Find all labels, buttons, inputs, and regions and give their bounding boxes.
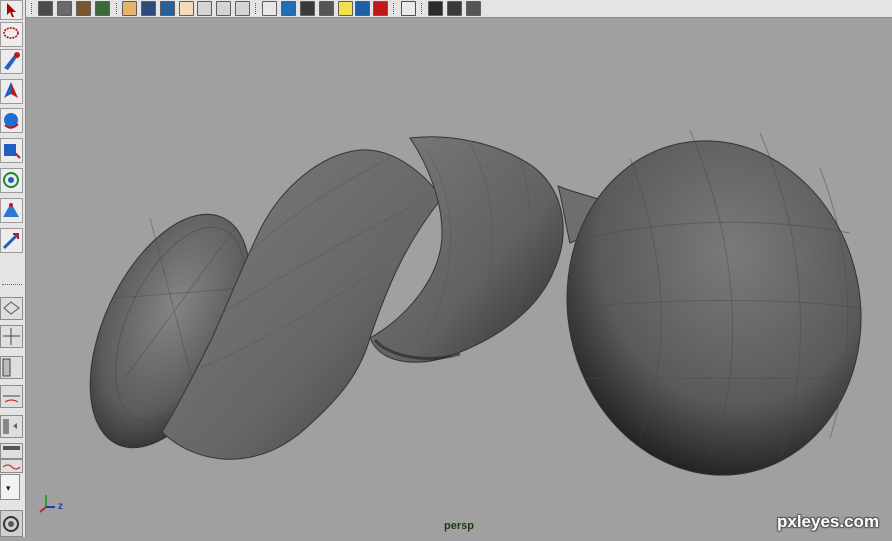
layout-dropdown[interactable]: ▾ — [0, 474, 20, 500]
toolbar-divider — [393, 3, 395, 14]
pen-curve-icon[interactable] — [466, 1, 481, 16]
toolbar-divider — [116, 3, 118, 14]
ipr-render-icon[interactable] — [95, 1, 110, 16]
axis-z-label: z — [58, 501, 63, 512]
cube-textured-icon[interactable] — [319, 1, 334, 16]
move-tool-icon[interactable] — [0, 79, 23, 104]
poly-mesh-tool-icon[interactable] — [0, 510, 23, 537]
texture-icon[interactable] — [235, 1, 250, 16]
scene-mesh — [39, 129, 862, 513]
toolbar-divider — [31, 3, 33, 14]
view-axis-gizmo — [39, 495, 55, 513]
viewport-layout-icon[interactable] — [447, 1, 462, 16]
watermark: pxleyes.com — [777, 512, 880, 531]
wireframe-icon[interactable] — [197, 1, 212, 16]
cube-flat-icon[interactable] — [300, 1, 315, 16]
paint-select-icon[interactable] — [0, 49, 23, 74]
grid-toggle-icon[interactable] — [122, 1, 137, 16]
two-pane-stacked-layout-icon[interactable] — [0, 385, 23, 408]
isolate-select-icon[interactable] — [401, 1, 416, 16]
hypershade-icon[interactable] — [76, 1, 91, 16]
graph-layout-icon[interactable] — [0, 415, 23, 438]
render-view-icon[interactable] — [57, 1, 72, 16]
outliner-layout-icon[interactable] — [0, 443, 23, 459]
hypershade-layout-icon[interactable] — [0, 459, 23, 473]
xray-icon[interactable] — [216, 1, 231, 16]
soft-mod-icon[interactable] — [0, 198, 23, 223]
film-gate-icon[interactable] — [141, 1, 156, 16]
two-pane-side-layout-icon[interactable] — [0, 356, 23, 379]
toolbar-divider — [255, 3, 257, 14]
cube-wireframe-icon[interactable] — [262, 1, 277, 16]
shadows-icon[interactable] — [355, 1, 370, 16]
four-pane-layout-icon[interactable] — [0, 325, 23, 348]
single-pane-layout-icon[interactable] — [0, 297, 23, 320]
cube-smooth-icon[interactable] — [281, 1, 296, 16]
sphere-shade-icon[interactable] — [179, 1, 194, 16]
resolution-gate-icon[interactable] — [160, 1, 175, 16]
select-arrow-icon[interactable] — [0, 0, 23, 20]
render-settings-icon[interactable] — [38, 1, 53, 16]
right-sphere-mesh — [566, 129, 862, 476]
dropdown-value: ▾ — [6, 483, 11, 493]
toolbox: ▾ — [0, 0, 26, 537]
lasso-icon[interactable] — [0, 22, 23, 47]
red-cube-icon[interactable] — [373, 1, 388, 16]
camera-name-label: persp — [444, 520, 474, 532]
universal-manipulator-icon[interactable] — [0, 168, 23, 193]
status-toolbar — [0, 0, 892, 18]
toolbox-divider — [2, 284, 22, 285]
perspective-viewport[interactable]: z persp pxleyes.com — [30, 18, 892, 537]
rotate-tool-icon[interactable] — [0, 108, 23, 133]
show-manipulator-icon[interactable] — [0, 228, 23, 253]
scale-tool-icon[interactable] — [0, 138, 23, 163]
camera-icon[interactable] — [428, 1, 443, 16]
toolbar-divider — [421, 3, 423, 14]
light-bulb-icon[interactable] — [338, 1, 353, 16]
